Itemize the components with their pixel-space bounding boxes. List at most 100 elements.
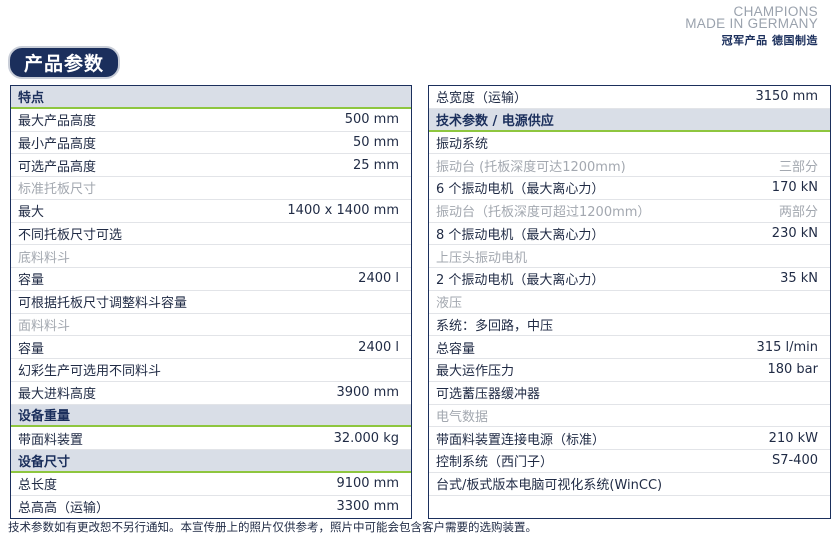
spec-row: 最大 1400 x 1400 mm (11, 200, 411, 223)
spec-value: 170 kN (771, 180, 818, 196)
spec-label: 最大产品高度 (18, 114, 97, 130)
spec-label: 8 个振动电机（最大离心力） (436, 227, 605, 243)
spec-row: 可选产品高度 25 mm (11, 154, 411, 177)
spec-row: 总高高（运输） 3300 mm (11, 496, 411, 519)
spec-row: 可选蓄压器缓冲器 (429, 382, 830, 405)
spec-value: 180 bar (767, 362, 818, 378)
spec-label: 可根据托板尺寸调整料斗容量 (18, 296, 188, 312)
spec-label: 总长度 (18, 478, 58, 494)
spec-row: 底料料斗 (11, 245, 411, 268)
spec-label: 不同托板尺寸可选 (18, 227, 123, 243)
spec-value: 3150 mm (755, 89, 818, 105)
spec-value: 500 mm (344, 112, 399, 128)
spec-label: 最大运作压力 (436, 364, 515, 380)
spec-value: 9100 mm (336, 476, 399, 492)
spec-row (429, 496, 830, 519)
spec-label: 6 个振动电机（最大离心力） (436, 182, 605, 198)
spec-label: 总容量 (436, 341, 476, 357)
spec-label: 振动台（托板深度可超过1200mm） (436, 205, 651, 221)
spec-label: 总宽度（运输） (436, 91, 528, 107)
spec-label: 最大 (18, 205, 45, 221)
spec-label: 幻彩生产可选用不同料斗 (18, 364, 162, 380)
section-title: 产品参数 (8, 46, 121, 79)
spec-row: 台式/板式版本电脑可视化系统(WinCC) (429, 473, 830, 496)
spec-row: 最大运作压力 180 bar (429, 359, 830, 382)
right-spec-table: 总宽度（运输） 3150 mm 技术参数 / 电源供应 振动系统振动台 (托板深度可达… (428, 85, 831, 520)
spec-value: 32.000 kg (333, 430, 399, 446)
spec-label: 带面料装置连接电源（标准） (436, 432, 606, 448)
spec-row: 幻彩生产可选用不同料斗 (11, 359, 411, 382)
spec-row: 振动台（托板深度可超过1200mm） 两部分 (429, 200, 830, 223)
spec-row: 最大产品高度 500 mm (11, 109, 411, 132)
section-header-row: 设备尺寸 (11, 450, 411, 473)
spec-label: 上压头振动电机 (436, 250, 528, 266)
spec-value: 315 l/min (756, 339, 818, 355)
spec-label: 控制系统（西门子） (436, 455, 554, 471)
spec-row: 最小产品高度 50 mm (11, 132, 411, 155)
spec-label: 振动系统 (436, 136, 489, 152)
spec-row: 系统：多回路，中压 (429, 314, 830, 337)
spec-label: 容量 (18, 273, 45, 289)
spec-row: 振动台 (托板深度可达1200mm) 三部分 (429, 154, 830, 177)
spec-label: 电气数据 (436, 409, 489, 425)
spec-label: 面料料斗 (18, 318, 71, 334)
spec-label: 设备重量 (18, 409, 71, 425)
spec-label: 特点 (18, 90, 45, 106)
spec-row: 6 个振动电机（最大离心力） 170 kN (429, 177, 830, 200)
spec-row: 最大进料高度 3900 mm (11, 382, 411, 405)
spec-row: 带面料装置连接电源（标准） 210 kW (429, 427, 830, 450)
spec-row: 上压头振动电机 (429, 245, 830, 268)
spec-label: 最大进料高度 (18, 387, 97, 403)
section-header-row: 技术参数 / 电源供应 (429, 108, 830, 132)
left-spec-table: 特点最大产品高度 500 mm 最小产品高度 50 mm 可选产品高度 25 mm 标准托板… (10, 85, 412, 520)
spec-label: 技术参数 / 电源供应 (436, 113, 554, 129)
spec-label: 台式/板式版本电脑可视化系统(WinCC) (436, 478, 663, 494)
spec-label: 可选蓄压器缓冲器 (436, 387, 541, 403)
spec-row: 可根据托板尺寸调整料斗容量 (11, 291, 411, 314)
spec-value: 3300 mm (336, 499, 399, 515)
footnote: 技术参数如有更改恕不另行通知。本宣传册上的照片仅供参考，照片中可能会包含客户需要… (8, 520, 537, 534)
spec-row: 容量 2400 l (11, 336, 411, 359)
spec-label: 设备尺寸 (18, 454, 71, 470)
spec-value: 210 kW (768, 430, 818, 446)
spec-label: 标准托板尺寸 (18, 182, 97, 198)
spec-value: 2400 l (358, 271, 399, 287)
spec-label: 系统：多回路，中压 (436, 318, 554, 334)
spec-value: S7-400 (771, 453, 818, 469)
spec-value: 两部分 (778, 205, 818, 221)
spec-row: 面料料斗 (11, 314, 411, 337)
spec-row: 电气数据 (429, 405, 830, 428)
spec-label: 液压 (436, 296, 463, 312)
spec-row: 总容量 315 l/min (429, 336, 830, 359)
spec-row: 带面料装置 32.000 kg (11, 427, 411, 450)
brand-line-2: MADE IN GERMANY (685, 16, 818, 31)
spec-row: 液压 (429, 291, 830, 314)
spec-row: 控制系统（西门子） S7-400 (429, 450, 830, 473)
spec-label: 可选产品高度 (18, 159, 97, 175)
spec-row: 振动系统 (429, 132, 830, 155)
spec-value: 230 kN (771, 225, 818, 241)
section-header-row: 特点 (11, 86, 411, 109)
spec-row: 8 个振动电机（最大离心力） 230 kN (429, 223, 830, 246)
spec-label: 最小产品高度 (18, 136, 97, 152)
spec-row: 总宽度（运输） 3150 mm (429, 86, 830, 109)
spec-value: 1400 x 1400 mm (287, 203, 399, 219)
spec-row: 不同托板尺寸可选 (11, 223, 411, 246)
spec-label: 底料料斗 (18, 250, 71, 266)
spec-value: 2400 l (358, 339, 399, 355)
spec-label: 总高高（运输） (18, 501, 110, 517)
spec-label: 2 个振动电机（最大离心力） (436, 273, 605, 289)
brand-slogan: 冠军产品 德国制造 (721, 34, 818, 47)
spec-label: 振动台 (托板深度可达1200mm) (436, 159, 626, 175)
spec-row: 容量 2400 l (11, 268, 411, 291)
spec-row: 总长度 9100 mm (11, 473, 411, 496)
spec-label: 带面料装置 (18, 432, 84, 448)
spec-value: 3900 mm (336, 385, 399, 401)
section-header-row: 设备重量 (11, 404, 411, 428)
brand-logo: CHAMPIONS MADE IN GERMANY 冠军产品 德国制造 (685, 5, 818, 48)
spec-value: 三部分 (778, 159, 818, 175)
spec-row: 标准托板尺寸 (11, 177, 411, 200)
spec-value: 50 mm (352, 134, 399, 150)
spec-label: 容量 (18, 341, 45, 357)
spec-value: 25 mm (352, 157, 399, 173)
